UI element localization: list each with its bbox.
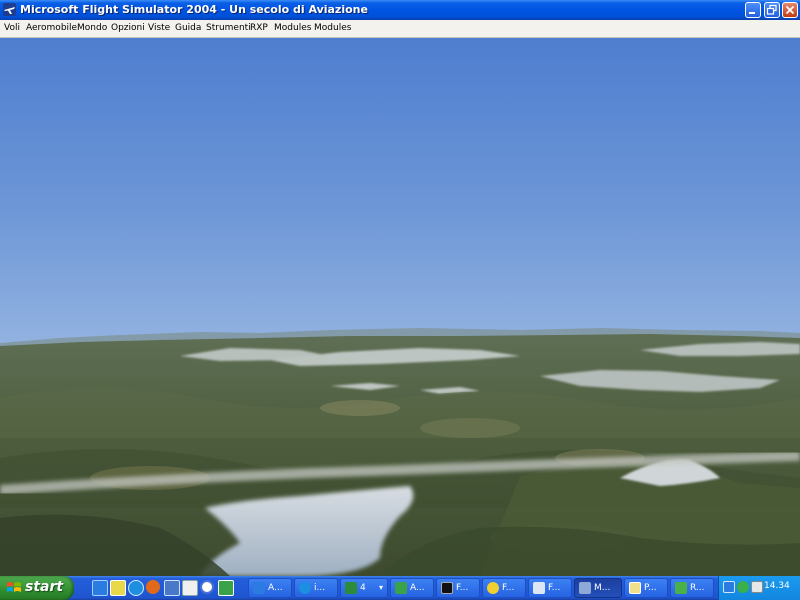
task-button[interactable]: F... — [436, 578, 480, 598]
outlook-icon[interactable] — [182, 580, 198, 596]
menu-voli[interactable]: Voli — [4, 22, 20, 34]
restore-icon — [766, 4, 777, 15]
task-label: F... — [502, 583, 515, 593]
app-icon — [675, 582, 687, 594]
task-button[interactable]: P... — [624, 578, 668, 598]
task-label: F... — [456, 583, 469, 593]
app-icon — [487, 582, 499, 594]
messenger-icon[interactable] — [737, 581, 749, 593]
menu-strumenti[interactable]: Strumenti — [206, 22, 251, 34]
menu-aeromobile[interactable]: Aeromobile — [26, 22, 77, 34]
title-bar: Microsoft Flight Simulator 2004 - Un sec… — [0, 0, 800, 20]
app-icon — [629, 582, 641, 594]
menu-opzioni[interactable]: Opzioni — [111, 22, 145, 34]
plane-icon — [3, 3, 16, 16]
ie-icon[interactable] — [92, 580, 108, 596]
task-label: M... — [594, 583, 611, 593]
messenger-icon[interactable] — [110, 580, 126, 596]
task-label: A... — [268, 583, 283, 593]
task-button[interactable]: A... — [248, 578, 292, 598]
close-button[interactable] — [782, 2, 798, 18]
task-label: i... — [314, 583, 326, 593]
task-button[interactable]: A... — [390, 578, 434, 598]
media-icon[interactable] — [200, 580, 214, 594]
task-button[interactable]: i... — [294, 578, 338, 598]
app-icon — [395, 582, 407, 594]
terrain-scene — [0, 328, 800, 576]
task-label: A... — [410, 583, 425, 593]
task-button-group[interactable]: 4 ▾ — [340, 578, 388, 598]
start-button[interactable]: start — [0, 576, 74, 600]
firefox-icon[interactable] — [146, 580, 160, 594]
task-button[interactable]: R... — [670, 578, 714, 598]
menu-bar: Voli Aeromobile Mondo Opzioni Viste Guid… — [0, 20, 800, 38]
close-icon — [785, 5, 795, 15]
flight-view[interactable] — [0, 38, 800, 576]
restore-button[interactable] — [764, 2, 780, 18]
task-button[interactable]: F... — [482, 578, 526, 598]
menu-viste[interactable]: Viste — [148, 22, 170, 34]
task-button[interactable]: F... — [528, 578, 572, 598]
task-label: F... — [548, 583, 561, 593]
windows-logo-icon — [7, 582, 21, 592]
chevron-down-icon: ▾ — [379, 583, 384, 592]
task-label: R... — [690, 583, 705, 593]
start-label: start — [25, 579, 64, 595]
app-icon[interactable] — [218, 580, 234, 596]
plane-icon — [533, 582, 545, 594]
menu-modules-1[interactable]: Modules — [274, 22, 311, 34]
plane-icon — [579, 582, 591, 594]
minimize-icon — [749, 12, 755, 14]
menu-mondo[interactable]: Mondo — [77, 22, 107, 34]
ie-icon — [299, 582, 311, 594]
network-icon[interactable] — [723, 581, 735, 593]
taskbar: start A... i... 4 ▾ A... F... F... F... … — [0, 576, 800, 600]
show-desktop-icon[interactable] — [164, 580, 180, 596]
menu-rxp[interactable]: RXP — [250, 22, 268, 34]
window-title: Microsoft Flight Simulator 2004 - Un sec… — [20, 3, 368, 16]
task-button-active[interactable]: M... — [574, 578, 622, 598]
console-icon — [441, 582, 453, 594]
menu-guida[interactable]: Guida — [175, 22, 201, 34]
menu-modules-2[interactable]: Modules — [314, 22, 351, 34]
ie-icon[interactable] — [128, 580, 144, 596]
task-label: 4 — [360, 583, 366, 593]
minimize-button[interactable] — [745, 2, 761, 18]
ie-icon — [253, 582, 265, 594]
clock[interactable]: 14.34 — [764, 581, 790, 591]
excel-icon — [345, 582, 357, 594]
task-label: P... — [644, 583, 657, 593]
volume-icon[interactable] — [751, 581, 763, 593]
